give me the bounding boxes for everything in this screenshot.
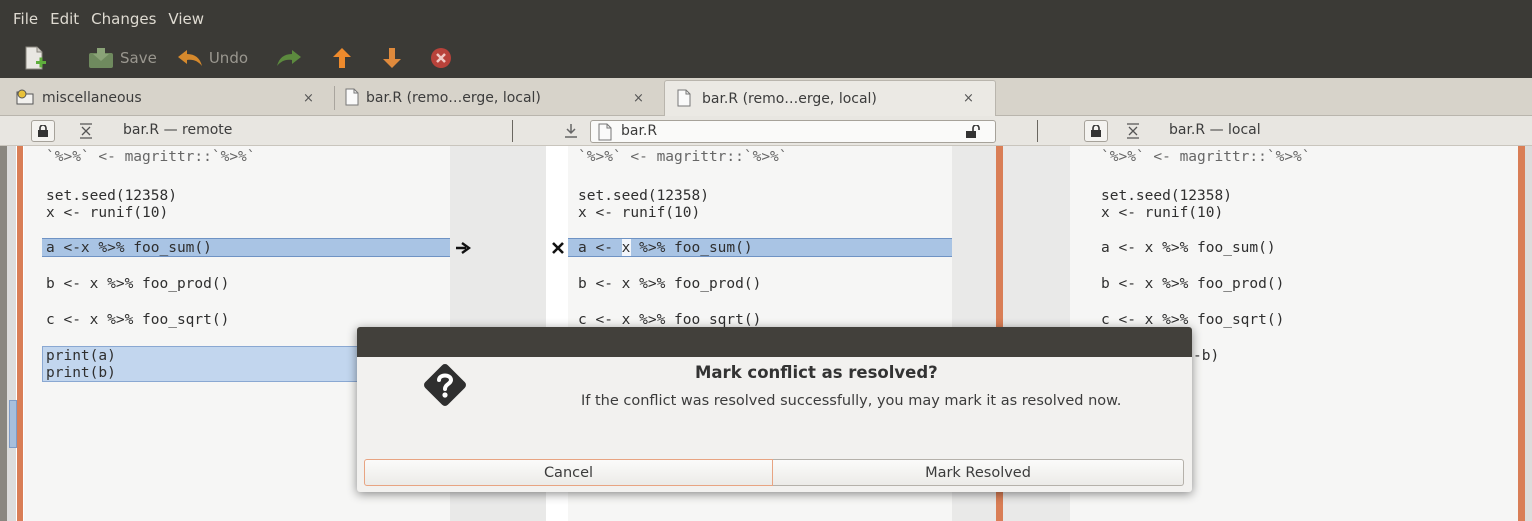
middle-file-field[interactable]: bar.R: [590, 120, 996, 143]
dialog-titlebar: [357, 327, 1192, 357]
menu-view[interactable]: View: [168, 10, 204, 28]
left-lock-button[interactable]: [31, 120, 55, 142]
up-arrow-icon: [333, 48, 352, 68]
code-line: c <- x %>% foo_sqrt(): [46, 312, 230, 328]
tab-miscellaneous[interactable]: miscellaneous ×: [0, 80, 334, 116]
code-line: b <- x %>% foo_prod(): [578, 276, 762, 292]
code-line: x <- runif(10): [1101, 205, 1224, 221]
save-icon: [89, 48, 113, 68]
right-pane-label: bar.R — local: [1169, 122, 1261, 138]
right-arrow-icon[interactable]: [455, 242, 471, 254]
right-conflict-bar: [1518, 146, 1525, 521]
left-pane-edge: [0, 146, 7, 521]
left-scroll-gutter[interactable]: [7, 146, 16, 521]
file-icon: [345, 88, 359, 106]
mark-resolved-button[interactable]: Mark Resolved: [773, 459, 1184, 486]
dialog-button-row: Cancel Mark Resolved: [364, 459, 1184, 486]
pane-separator: [1037, 120, 1038, 142]
code-line: -b): [1193, 348, 1220, 364]
menu-file[interactable]: File: [13, 10, 38, 28]
close-x-icon[interactable]: [551, 241, 565, 255]
menu-bar: File Edit Changes View: [0, 0, 1532, 38]
undo-button[interactable]: Undo: [177, 48, 248, 68]
mark-resolved-dialog: Mark conflict as resolved? If the confli…: [357, 327, 1192, 492]
pane-header-row: bar.R — remote bar.R bar.R — local: [0, 116, 1532, 146]
sync-lines-icon[interactable]: [79, 123, 93, 139]
left-scroll-thumb[interactable]: [9, 400, 17, 448]
new-file-button[interactable]: [22, 45, 48, 71]
code-line: print(b): [46, 365, 116, 381]
redo-button[interactable]: [276, 48, 302, 68]
pane-separator: [512, 120, 513, 142]
tab-bar-r-2[interactable]: bar.R (remo…erge, local) ×: [664, 80, 996, 116]
unlocked-icon[interactable]: [965, 125, 981, 139]
save-small-icon[interactable]: [564, 123, 578, 139]
undo-icon: [177, 50, 202, 66]
middle-file-label: bar.R: [621, 123, 658, 139]
code-line: set.seed(12358): [578, 188, 709, 204]
menu-edit[interactable]: Edit: [50, 10, 79, 28]
tab-close-icon[interactable]: ×: [633, 91, 644, 106]
save-button[interactable]: Save: [88, 47, 157, 69]
left-conflict-bar: [17, 146, 23, 521]
code-line: set.seed(12358): [46, 188, 177, 204]
right-scroll-gutter[interactable]: [1525, 146, 1532, 521]
right-lock-button[interactable]: [1084, 120, 1108, 142]
file-icon: [598, 123, 612, 141]
tab-close-icon[interactable]: ×: [303, 91, 314, 106]
menu-changes[interactable]: Changes: [91, 10, 156, 28]
code-line: a <- x %>% foo_sum(): [1101, 240, 1276, 256]
lock-icon: [38, 125, 48, 137]
file-icon: [677, 89, 691, 107]
code-line: a <-x %>% foo_sum(): [46, 240, 212, 256]
code-line: a <- x %>% foo_sum(): [578, 240, 753, 256]
cancel-button[interactable]: Cancel: [364, 459, 773, 486]
code-line: set.seed(12358): [1101, 188, 1232, 204]
redo-arrow-icon: [277, 50, 302, 66]
code-line: `%>%` <- magrittr::`%>%`: [578, 149, 788, 165]
folder-clock-icon: [16, 89, 34, 105]
tab-close-icon[interactable]: ×: [963, 91, 974, 106]
code-line: print(a): [46, 348, 116, 364]
question-icon: [424, 364, 466, 406]
tab-bar-r-1[interactable]: bar.R (remo…erge, local) ×: [335, 80, 663, 116]
sync-lines-icon[interactable]: [1126, 123, 1140, 139]
dialog-heading: Mark conflict as resolved?: [695, 363, 938, 382]
left-pane-label: bar.R — remote: [123, 122, 233, 138]
previous-change-button[interactable]: [332, 47, 352, 69]
stop-button[interactable]: [430, 47, 452, 69]
code-line: b <- x %>% foo_prod(): [46, 276, 230, 292]
down-arrow-icon: [383, 48, 402, 68]
code-line: x <- runif(10): [46, 205, 169, 221]
lock-icon: [1091, 125, 1101, 137]
next-change-button[interactable]: [382, 47, 402, 69]
dialog-message: If the conflict was resolved successfull…: [581, 393, 1122, 409]
stop-icon: [431, 48, 452, 68]
toolbar: Save Undo: [0, 38, 1532, 78]
new-file-icon: [25, 46, 46, 70]
code-line: `%>%` <- magrittr::`%>%`: [46, 149, 256, 165]
code-line: `%>%` <- magrittr::`%>%`: [1101, 149, 1311, 165]
code-line: b <- x %>% foo_prod(): [1101, 276, 1285, 292]
tab-bar: miscellaneous × bar.R (remo…erge, local)…: [0, 78, 1532, 116]
code-line: x <- runif(10): [578, 205, 701, 221]
